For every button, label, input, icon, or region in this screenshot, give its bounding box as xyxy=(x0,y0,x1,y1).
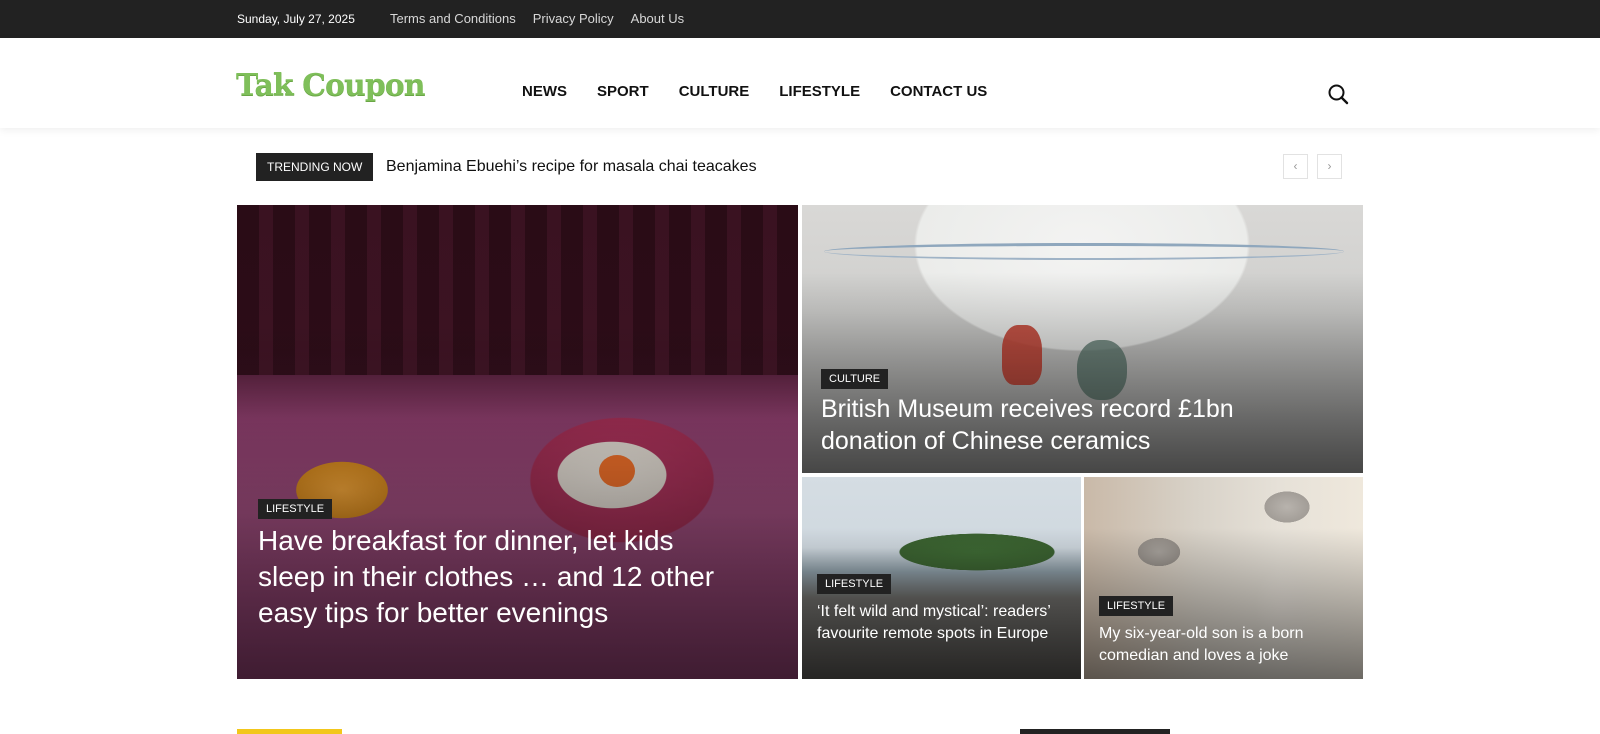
nav-news[interactable]: NEWS xyxy=(522,84,567,99)
trending-label: TRENDING NOW xyxy=(256,153,374,181)
category-badge[interactable]: LIFESTYLE xyxy=(817,574,892,594)
terms-link[interactable]: Terms and Conditions xyxy=(390,11,516,26)
trending-next-button[interactable]: › xyxy=(1317,154,1342,179)
article-title[interactable]: Have breakfast for dinner, let kids slee… xyxy=(258,523,728,631)
nav-culture[interactable]: CULTURE xyxy=(679,84,750,99)
site-logo[interactable]: Tak Coupon xyxy=(236,68,426,103)
section-accent-bar-dark xyxy=(1020,729,1170,734)
featured-article-4[interactable]: LIFESTYLE My six-year-old son is a born … xyxy=(1084,477,1363,679)
nav-sport[interactable]: SPORT xyxy=(597,84,649,99)
chevron-right-icon: › xyxy=(1327,159,1332,173)
article-title[interactable]: ‘It felt wild and mystical’: readers’ fa… xyxy=(817,601,1067,645)
featured-article-3[interactable]: LIFESTYLE ‘It felt wild and mystical’: r… xyxy=(802,477,1081,679)
current-date: Sunday, July 27, 2025 xyxy=(237,12,355,26)
article-image xyxy=(824,243,1344,260)
featured-article-1[interactable]: LIFESTYLE Have breakfast for dinner, let… xyxy=(237,205,798,679)
category-badge[interactable]: LIFESTYLE xyxy=(1099,596,1174,616)
about-link[interactable]: About Us xyxy=(631,11,684,26)
trending-bar: TRENDING NOW Benjamina Ebuehi’s recipe f… xyxy=(256,153,1344,181)
chevron-left-icon: ‹ xyxy=(1293,159,1298,173)
top-bar: Sunday, July 27, 2025 Terms and Conditio… xyxy=(0,0,1600,38)
category-badge[interactable]: CULTURE xyxy=(821,369,889,389)
privacy-link[interactable]: Privacy Policy xyxy=(533,11,614,26)
featured-article-2[interactable]: CULTURE British Museum receives record £… xyxy=(802,205,1363,473)
search-icon[interactable] xyxy=(1326,82,1350,106)
trending-prev-button[interactable]: ‹ xyxy=(1283,154,1308,179)
article-title[interactable]: My six-year-old son is a born comedian a… xyxy=(1099,623,1349,667)
main-nav: NEWS SPORT CULTURE LIFESTYLE CONTACT US xyxy=(522,84,1017,99)
trending-headline[interactable]: Benjamina Ebuehi’s recipe for masala cha… xyxy=(386,158,757,176)
top-links: Terms and Conditions Privacy Policy Abou… xyxy=(390,11,684,26)
category-badge[interactable]: LIFESTYLE xyxy=(258,499,333,519)
article-title[interactable]: British Museum receives record £1bn dona… xyxy=(821,393,1291,457)
nav-contact-us[interactable]: CONTACT US xyxy=(890,84,987,99)
section-accent-bar xyxy=(237,729,342,734)
site-header: Tak Coupon NEWS SPORT CULTURE LIFESTYLE … xyxy=(0,38,1600,128)
nav-lifestyle[interactable]: LIFESTYLE xyxy=(779,84,860,99)
